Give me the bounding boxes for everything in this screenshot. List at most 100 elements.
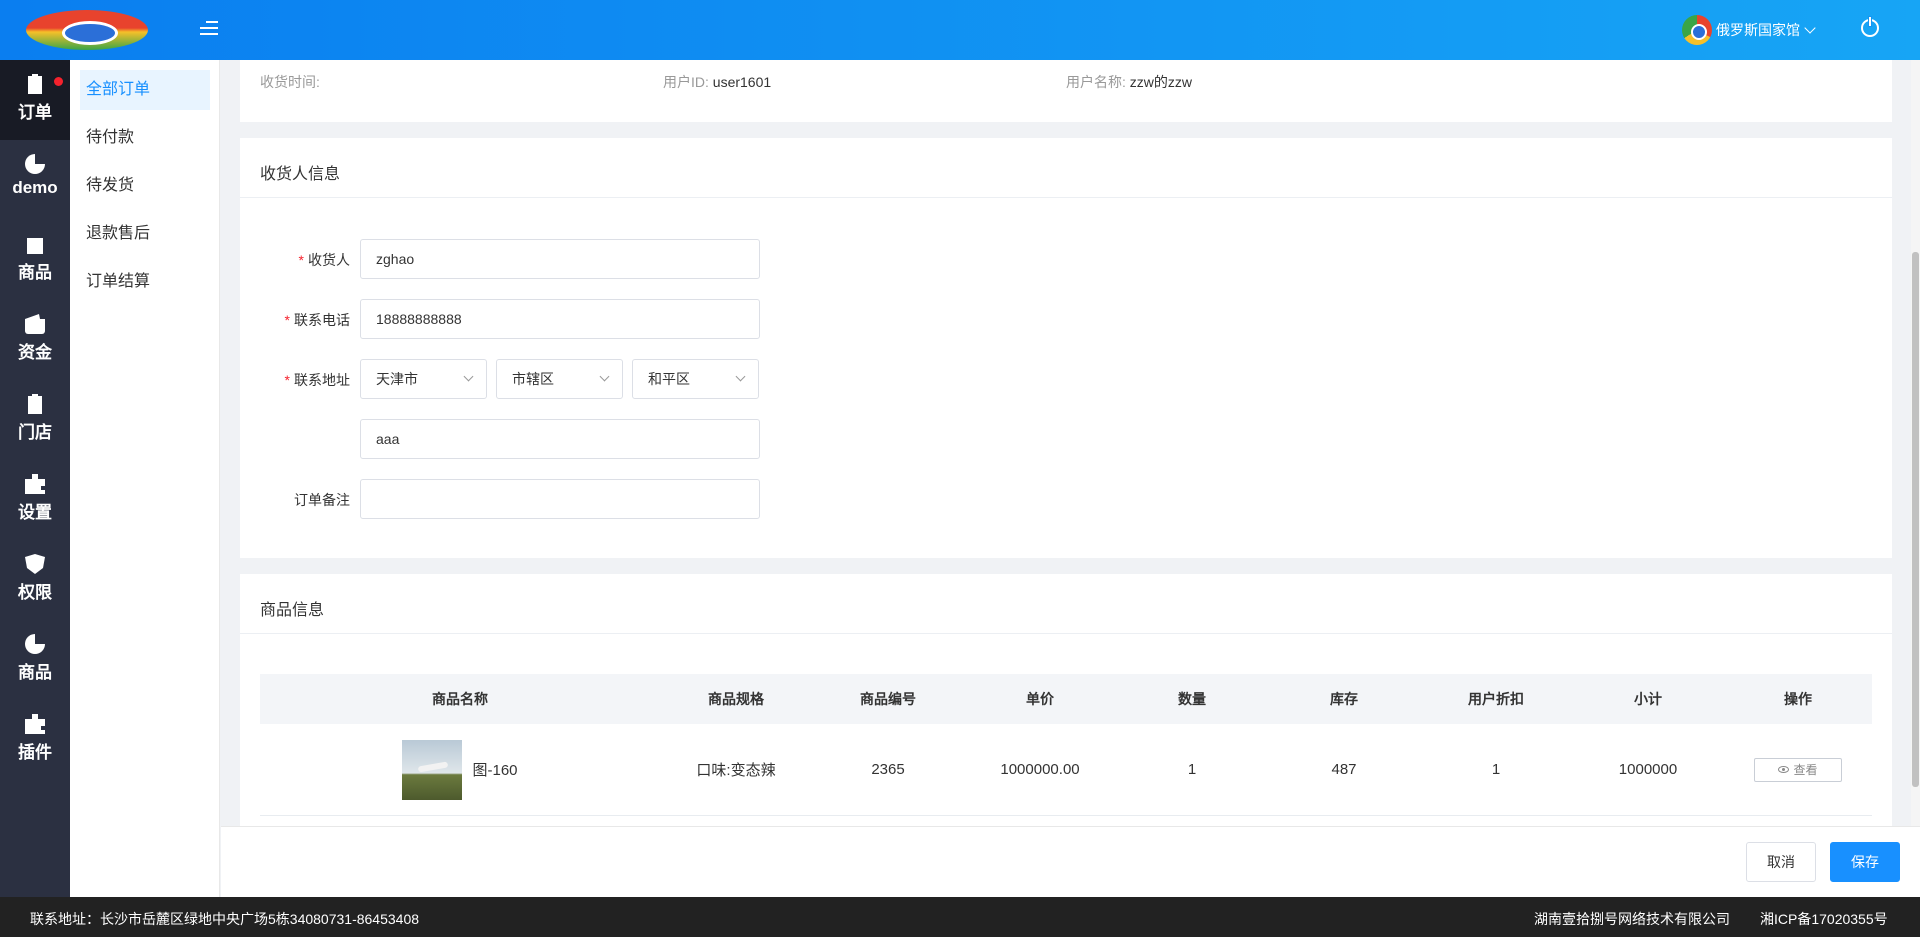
city-select[interactable]: 市辖区 — [496, 359, 623, 399]
receiver-name-input[interactable]: zghao — [360, 239, 760, 279]
rail-item-stores[interactable]: 门店 — [0, 380, 70, 460]
puzzle-icon — [25, 474, 45, 494]
rail-item-funds[interactable]: 资金 — [0, 300, 70, 380]
table-header: 商品名称 商品规格 商品编号 单价 数量 库存 用户折扣 小计 操作 — [260, 674, 1872, 724]
brand-logo[interactable] — [26, 10, 148, 50]
rail-item-label: demo — [12, 178, 58, 197]
wallet-icon — [25, 314, 45, 334]
rail-item-label: 资金 — [18, 343, 52, 362]
district-select[interactable]: 和平区 — [632, 359, 759, 399]
user-name: 俄罗斯国家馆 — [1716, 22, 1800, 38]
scrollbar-thumb[interactable] — [1912, 252, 1919, 787]
rail-item-label: 门店 — [18, 423, 52, 442]
receiver-name-label: * 收货人 — [298, 252, 350, 268]
user-name-field: 用户名称: zzw的zzw — [1066, 74, 1193, 90]
puzzle-icon — [25, 714, 45, 734]
shield-icon — [25, 554, 45, 574]
goods-qty: 1 — [1187, 761, 1197, 778]
order-submenu: 全部订单 待付款 待发货 退款售后 订单结算 — [70, 60, 220, 897]
save-button[interactable]: 保存 — [1830, 842, 1900, 882]
goods-subtotal: 1000000 — [1618, 761, 1678, 778]
rail-item-plugins[interactable]: 插件 — [0, 700, 70, 780]
submenu-refunds[interactable]: 退款售后 — [80, 214, 210, 254]
col-name: 商品名称 — [432, 691, 488, 707]
chevron-down-icon — [735, 371, 746, 382]
footer-icp[interactable]: 湘ICP备17020355号 — [1760, 909, 1888, 929]
divider — [240, 633, 1892, 634]
phone-label: * 联系电话 — [284, 312, 350, 328]
goods-name-cell: 图-160 — [260, 724, 660, 815]
user-menu[interactable]: 俄罗斯国家馆 — [1682, 15, 1816, 45]
cancel-button[interactable]: 取消 — [1746, 842, 1816, 882]
col-subtotal: 小计 — [1634, 691, 1662, 707]
pie-chart-icon — [25, 154, 45, 174]
shopping-bag-icon — [27, 238, 43, 254]
remark-input[interactable] — [360, 479, 760, 519]
col-price: 单价 — [1026, 691, 1054, 707]
rail-item-demo[interactable]: demo — [0, 140, 70, 220]
user-id: 用户ID: user1601 — [663, 74, 772, 90]
product-image[interactable] — [402, 739, 463, 800]
receiver-title: 收货人信息 — [260, 166, 341, 183]
pie-chart-icon — [25, 634, 45, 654]
power-icon[interactable] — [1861, 16, 1879, 37]
goods-code: 2365 — [871, 761, 905, 778]
rail-item-goods-2[interactable]: 商品 — [0, 620, 70, 700]
divider — [240, 197, 1892, 198]
view-button[interactable]: 查看 — [1754, 757, 1842, 782]
avatar — [1682, 15, 1712, 45]
view-button-label: 查看 — [1793, 763, 1818, 777]
submenu-pending-shipment[interactable]: 待发货 — [80, 166, 210, 206]
goods-stock: 487 — [1331, 761, 1357, 778]
clipboard-icon — [28, 74, 42, 94]
col-code: 商品编号 — [860, 691, 916, 707]
order-info-card: 收货时间: 用户ID: user1601 用户名称: zzw的zzw — [240, 60, 1892, 122]
goods-spec: 口味:变态辣 — [696, 762, 776, 779]
goods-title: 商品信息 — [260, 602, 325, 619]
rail-item-label: 商品 — [18, 263, 52, 282]
goods-table: 商品名称 商品规格 商品编号 单价 数量 库存 用户折扣 小计 操作 图-160… — [260, 674, 1872, 816]
province-select[interactable]: 天津市 — [360, 359, 487, 399]
submenu-pending-payment[interactable]: 待付款 — [80, 118, 210, 158]
submenu-all-orders[interactable]: 全部订单 — [80, 70, 210, 110]
form-action-bar: 取消 保存 — [221, 826, 1920, 897]
receiver-card: 收货人信息 * 收货人 zghao * 联系电话 18888888888 * 联系地址… — [240, 138, 1892, 558]
rail-item-settings[interactable]: 设置 — [0, 460, 70, 540]
goods-discount: 1 — [1491, 761, 1501, 778]
address-detail-input[interactable]: aaa — [360, 419, 760, 459]
phone-input[interactable]: 18888888888 — [360, 299, 760, 339]
menu-toggle-icon[interactable] — [200, 21, 218, 37]
rail-item-label: 插件 — [18, 743, 52, 762]
goods-name: 图-160 — [472, 762, 518, 779]
rail-item-goods[interactable]: 商品 — [0, 220, 70, 300]
goods-actions: 查看 — [1724, 724, 1872, 815]
remark-label: 订单备注 — [294, 492, 350, 508]
table-row: 图-160 口味:变态辣 2365 1000000.00 1 487 1 100… — [260, 724, 1872, 816]
clipboard-icon — [28, 394, 42, 414]
rail-item-label: 权限 — [18, 583, 52, 602]
submenu-settlement[interactable]: 订单结算 — [80, 262, 210, 302]
chevron-down-icon — [599, 371, 610, 382]
notification-dot — [54, 77, 63, 86]
col-qty: 数量 — [1178, 691, 1206, 707]
col-spec: 商品规格 — [708, 691, 764, 707]
top-header: 俄罗斯国家馆 — [0, 0, 1920, 60]
rail-item-permissions[interactable]: 权限 — [0, 540, 70, 620]
col-actions: 操作 — [1784, 691, 1812, 707]
main-nav-rail: 订单 demo 商品 资金 门店 设置 权限 商品 插件 — [0, 60, 70, 897]
eye-icon — [1778, 766, 1790, 773]
footer-address: 联系地址：长沙市岳麓区绿地中央广场5栋34080731-86453408 — [30, 911, 420, 927]
receive-time: 收货时间: — [260, 74, 320, 90]
rail-item-orders[interactable]: 订单 — [0, 60, 70, 140]
col-discount: 用户折扣 — [1468, 691, 1524, 707]
chevron-down-icon — [463, 371, 474, 382]
rail-item-label: 设置 — [18, 503, 52, 522]
page-footer: 联系地址：长沙市岳麓区绿地中央广场5栋34080731-86453408 湖南壹… — [0, 897, 1920, 937]
rail-item-label: 订单 — [18, 103, 52, 122]
rail-item-label: 商品 — [18, 663, 52, 682]
chevron-down-icon — [1804, 22, 1816, 34]
goods-card: 商品信息 商品名称 商品规格 商品编号 单价 数量 库存 用户折扣 小计 操作 … — [240, 574, 1892, 826]
footer-company[interactable]: 湖南壹拾捌号网络技术有限公司 — [1534, 909, 1730, 929]
col-stock: 库存 — [1330, 691, 1358, 707]
address-label: * 联系地址 — [284, 372, 350, 388]
